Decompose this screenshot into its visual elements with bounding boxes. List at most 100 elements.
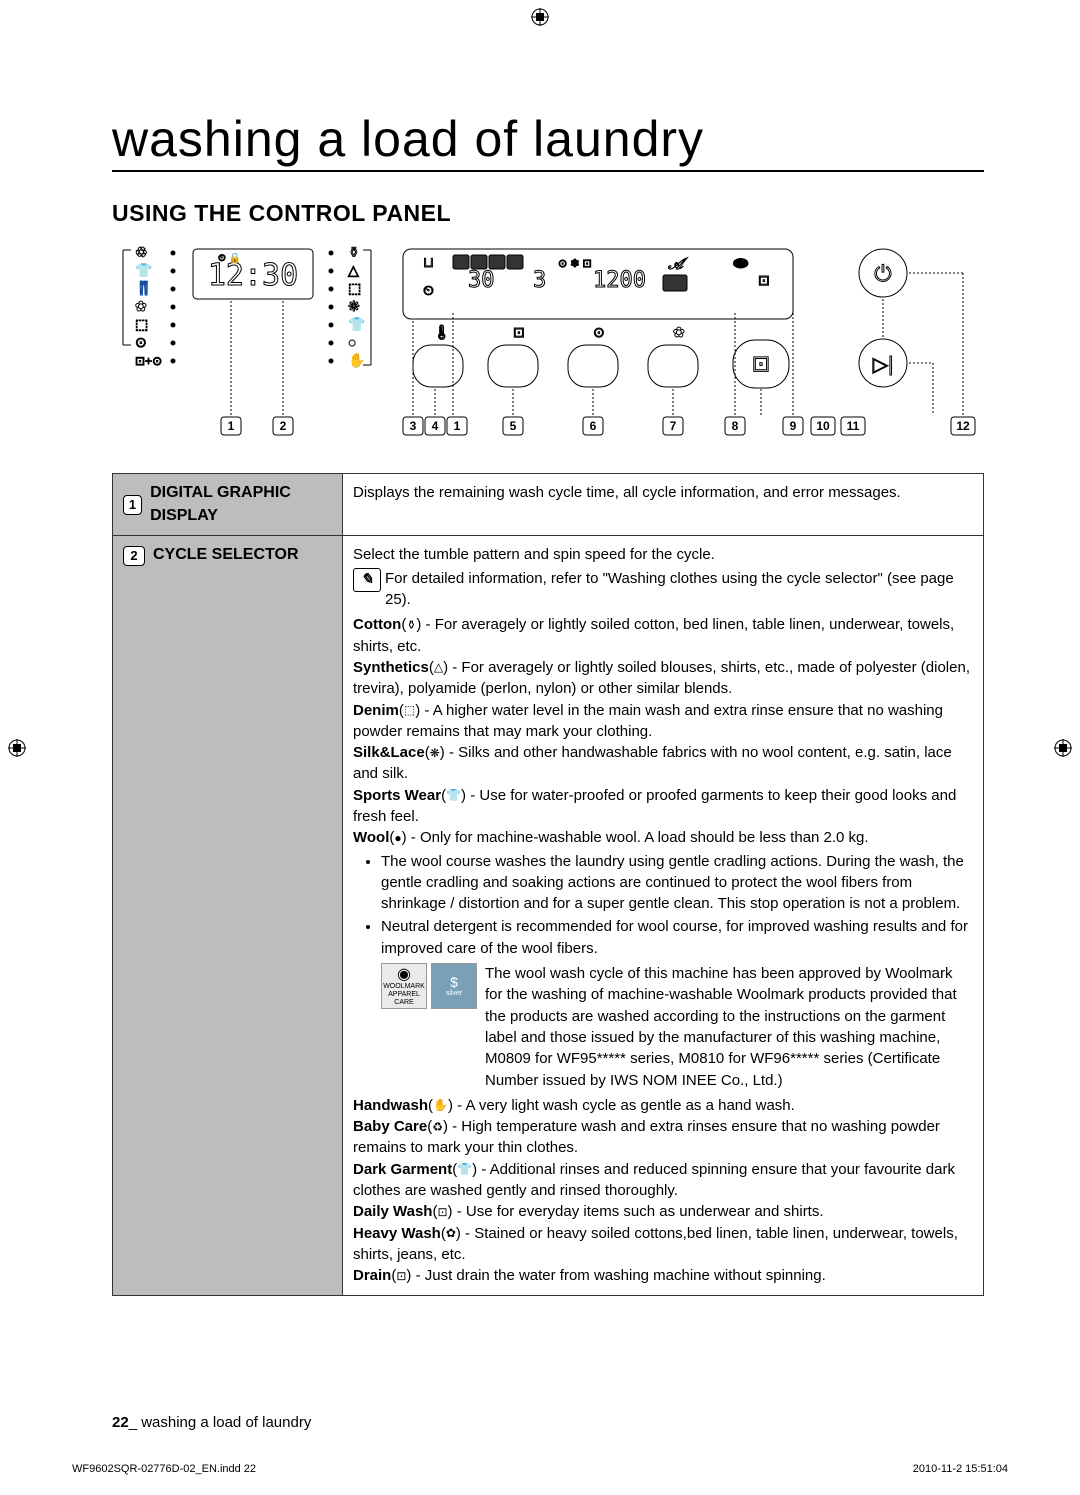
cycle-wool-name: Wool xyxy=(353,829,389,846)
info-note-text: For detailed information, refer to "Wash… xyxy=(385,568,973,611)
row-number: 1 xyxy=(123,495,142,515)
svg-text:6: 6 xyxy=(590,419,597,433)
control-panel-diagram: ♻ 👕 👖 ✿ ⬚ ⊙ ⊡+⊙ 12:30 ⏲ 🔒 xyxy=(112,245,984,455)
svg-text:9: 9 xyxy=(790,419,797,433)
cotton-icon: ⚱ xyxy=(406,617,416,634)
svg-text:🌡: 🌡 xyxy=(433,324,451,340)
wool-bullet: The wool course washes the laundry using… xyxy=(381,851,973,915)
row-body: Displays the remaining wash cycle time, … xyxy=(343,474,984,536)
svg-text:♻: ♻ xyxy=(135,245,148,260)
crop-mark-top xyxy=(531,8,549,26)
darkgarment-icon: 👕 xyxy=(457,1161,472,1178)
svg-text:✿: ✿ xyxy=(673,324,685,340)
svg-text:✋: ✋ xyxy=(348,352,365,368)
svg-text:2: 2 xyxy=(280,419,287,433)
cycle-handwash-name: Handwash xyxy=(353,1097,428,1114)
cycle-handwash-text: - A very light wash cycle as gentle as a… xyxy=(453,1097,795,1114)
svg-text:⏲ 🔒: ⏲ 🔒 xyxy=(218,252,241,264)
row-body: Select the tumble pattern and spin speed… xyxy=(343,536,984,1295)
crop-mark-left xyxy=(8,739,26,757)
page-title: washing a load of laundry xyxy=(112,110,984,172)
cycle-cotton-name: Cotton xyxy=(353,616,401,633)
denim-icon: ⬚ xyxy=(404,702,415,719)
svg-text:⊙: ⊙ xyxy=(593,324,605,340)
cycle-intro: Select the tumble pattern and spin speed… xyxy=(353,544,973,565)
svg-text:⬚: ⬚ xyxy=(135,316,148,332)
svg-text:❋: ❋ xyxy=(348,298,360,314)
woolmark-silver-badge: $ silver xyxy=(431,963,477,1009)
svg-text:⚱: ⚱ xyxy=(348,245,360,260)
cycle-heavywash-name: Heavy Wash xyxy=(353,1225,441,1242)
svg-text:5: 5 xyxy=(510,419,517,433)
svg-text:1: 1 xyxy=(228,419,235,433)
synthetics-icon: △ xyxy=(434,659,443,676)
svg-text:●: ● xyxy=(348,334,356,350)
svg-text:⊙: ⊙ xyxy=(135,334,147,350)
cycle-babycare-name: Baby Care xyxy=(353,1118,427,1135)
info-icon: ✎ xyxy=(353,568,381,592)
row-label: CYCLE SELECTOR xyxy=(153,544,299,567)
svg-text:👖: 👖 xyxy=(135,280,152,297)
row-number: 2 xyxy=(123,546,145,566)
section-heading: USING THE CONTROL PANEL xyxy=(112,200,984,227)
wool-icon: ● xyxy=(394,830,401,847)
row-label: DIGITAL GRAPHIC DISPLAY xyxy=(150,482,332,527)
cycle-drain-name: Drain xyxy=(353,1267,391,1284)
svg-text:⊙ ❄ ⊡: ⊙ ❄ ⊡ xyxy=(558,258,592,270)
dailywash-icon: ⊡ xyxy=(437,1204,447,1221)
cycle-wool-text: - Only for machine-washable wool. A load… xyxy=(407,829,869,846)
svg-text:⬬: ⬬ xyxy=(733,253,749,273)
cycle-denim-name: Denim xyxy=(353,702,399,719)
svg-text:👕: 👕 xyxy=(135,262,152,278)
svg-text:10: 10 xyxy=(816,419,830,433)
sportswear-icon: 👕 xyxy=(446,787,461,804)
svg-text:30: 30 xyxy=(468,268,495,293)
table-row: 1 DIGITAL GRAPHIC DISPLAY Displays the r… xyxy=(113,474,984,536)
svg-text:▷|: ▷| xyxy=(873,354,894,376)
cycle-silklace-text: - Silks and other handwashable fabrics w… xyxy=(353,744,952,782)
heavywash-icon: ✿ xyxy=(446,1225,456,1242)
print-metadata: WF9602SQR-02776D-02_EN.indd 22 2010-11-2… xyxy=(72,1463,1008,1475)
silklace-icon: ❋ xyxy=(430,745,440,762)
print-timestamp: 2010-11-2 15:51:04 xyxy=(913,1463,1008,1475)
cycle-darkgarment-name: Dark Garment xyxy=(353,1161,452,1178)
svg-text:△: △ xyxy=(348,262,359,278)
svg-text:11: 11 xyxy=(847,419,860,433)
wool-bullet: Neutral detergent is recommended for woo… xyxy=(381,916,973,959)
description-table: 1 DIGITAL GRAPHIC DISPLAY Displays the r… xyxy=(112,473,984,1296)
print-file: WF9602SQR-02776D-02_EN.indd 22 xyxy=(72,1463,256,1475)
cycle-heavywash-text: - Stained or heavy soiled cottons,bed li… xyxy=(353,1225,958,1263)
svg-text:3: 3 xyxy=(533,268,546,293)
woolmark-text: The wool wash cycle of this machine has … xyxy=(485,963,973,1091)
handwash-icon: ✋ xyxy=(433,1097,448,1114)
babycare-icon: ♻ xyxy=(432,1119,443,1136)
svg-text:⏻: ⏻ xyxy=(874,261,891,286)
svg-text:8: 8 xyxy=(732,419,739,433)
svg-text:⊡: ⊡ xyxy=(758,272,770,288)
svg-text:1200: 1200 xyxy=(593,268,646,293)
svg-text:1: 1 xyxy=(454,419,461,433)
svg-text:✿: ✿ xyxy=(135,298,147,314)
footer-text: washing a load of laundry xyxy=(141,1414,311,1431)
cycle-synthetics-name: Synthetics xyxy=(353,659,429,676)
svg-text:⊡: ⊡ xyxy=(513,324,525,340)
svg-text:⏲: ⏲ xyxy=(423,282,434,298)
cycle-drain-text: - Just drain the water from washing mach… xyxy=(411,1267,825,1284)
cycle-synthetics-text: - For averagely or lightly soiled blouse… xyxy=(353,659,970,697)
svg-text:12: 12 xyxy=(956,419,970,433)
svg-text:⊡: ⊡ xyxy=(752,351,770,376)
cycle-silklace-name: Silk&Lace xyxy=(353,744,425,761)
cycle-sportswear-text: - Use for water-proofed or proofed garme… xyxy=(353,787,956,825)
svg-text:4: 4 xyxy=(432,419,439,433)
cycle-sportswear-name: Sports Wear xyxy=(353,787,441,804)
svg-text:👕: 👕 xyxy=(348,316,365,332)
svg-text:⬚: ⬚ xyxy=(348,280,361,296)
table-row: 2 CYCLE SELECTOR Select the tumble patte… xyxy=(113,536,984,1295)
svg-text:7: 7 xyxy=(670,419,677,433)
woolmark-badge: ◉ WOOLMARK APPAREL CARE xyxy=(381,963,427,1009)
cycle-dailywash-text: - Use for everyday items such as underwe… xyxy=(453,1203,824,1220)
cycle-dailywash-name: Daily Wash xyxy=(353,1203,432,1220)
cycle-cotton-text: - For averagely or lightly soiled cotton… xyxy=(353,616,954,654)
svg-text:3: 3 xyxy=(410,419,417,433)
drain-icon: ⊡ xyxy=(396,1268,406,1285)
